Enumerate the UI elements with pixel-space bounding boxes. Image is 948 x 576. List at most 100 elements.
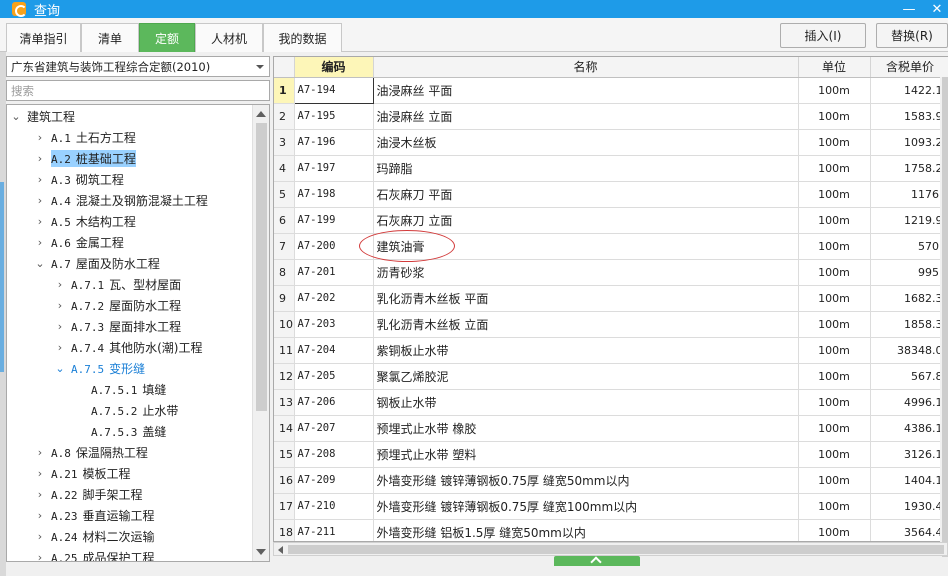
table-row[interactable]: 9 A7-202 乳化沥青木丝板 平面 100m 1682.32 [274,285,948,312]
table-row[interactable]: 8 A7-201 沥青砂浆 100m 995.4 [274,259,948,286]
name-cell[interactable]: 乳化沥青木丝板 平面 [373,285,799,312]
collapse-chevron-icon[interactable]: › [33,530,47,543]
unit-cell[interactable]: 100m [798,519,871,541]
unit-cell[interactable]: 100m [798,207,871,234]
table-row[interactable]: 13 A7-206 钢板止水带 100m 4996.17 [274,389,948,416]
price-cell[interactable]: 1930.47 [870,493,948,520]
table-row[interactable]: 6 A7-199 石灰麻刀 立面 100m 1219.97 [274,207,948,234]
code-cell[interactable]: A7-211 [294,519,374,541]
unit-cell[interactable]: 100m [798,441,871,468]
tree-node[interactable]: › A.7.3 屋面排水工程 [53,316,181,337]
code-cell[interactable]: A7-195 [294,103,374,130]
name-cell[interactable]: 石灰麻刀 平面 [373,181,799,208]
row-number-cell[interactable]: 7 [274,233,295,260]
scroll-thumb[interactable] [256,123,267,411]
tree-node[interactable]: › A.6 金属工程 [33,232,124,253]
row-number-cell[interactable]: 16 [274,467,295,494]
row-number-cell[interactable]: 5 [274,181,295,208]
scroll-down-icon[interactable] [256,549,266,555]
unit-cell[interactable]: 100m [798,467,871,494]
table-row[interactable]: 16 A7-209 外墙变形缝 镀锌薄钢板0.75厚 缝宽50mm以内 100m 140… [274,467,948,494]
collapse-chevron-icon[interactable]: › [33,509,47,522]
unit-cell[interactable]: 100m [798,493,871,520]
tree-node[interactable]: ⌄ A.7 屋面及防水工程 [33,253,160,274]
price-cell[interactable]: 3564.48 [870,519,948,541]
code-cell[interactable]: A7-199 [294,207,374,234]
collapse-chevron-icon[interactable]: › [33,173,47,186]
row-number-cell[interactable]: 11 [274,337,295,364]
tree-node[interactable]: › A.4 混凝土及钢筋混凝土工程 [33,190,208,211]
collapse-chevron-icon[interactable]: › [33,215,47,228]
row-number-cell[interactable]: 12 [274,363,295,390]
price-cell[interactable]: 3126.17 [870,441,948,468]
insert-button[interactable]: 插入(I) [780,23,866,48]
table-row[interactable]: 11 A7-204 紫铜板止水带 100m 38348.03 [274,337,948,364]
code-cell[interactable]: A7-203 [294,311,374,338]
price-cell[interactable]: 1422.12 [870,77,948,104]
unit-cell[interactable]: 100m [798,129,871,156]
row-number-cell[interactable]: 15 [274,441,295,468]
row-number-cell[interactable]: 8 [274,259,295,286]
expand-chevron-icon[interactable]: ⌄ [33,257,47,270]
code-cell[interactable]: A7-204 [294,337,374,364]
unit-cell[interactable]: 100m [798,181,871,208]
tree-node[interactable]: A.7.5.3 盖缝 [73,421,166,442]
table-row[interactable]: 14 A7-207 预埋式止水带 橡胶 100m 4386.17 [274,415,948,442]
unit-cell[interactable]: 100m [798,311,871,338]
table-row[interactable]: 12 A7-205 聚氯乙烯胶泥 100m 567.84 [274,363,948,390]
table-row[interactable]: 15 A7-208 预埋式止水带 塑料 100m 3126.17 [274,441,948,468]
name-cell[interactable]: 油浸木丝板 [373,129,799,156]
row-number-cell[interactable]: 18 [274,519,295,541]
name-cell[interactable]: 聚氯乙烯胶泥 [373,363,799,390]
collapse-chevron-icon[interactable]: › [33,446,47,459]
tree-node[interactable]: › A.8 保温隔热工程 [33,442,148,463]
price-column-header[interactable]: 含税单价 [870,57,948,78]
table-row[interactable]: 1 A7-194 油浸麻丝 平面 100m 1422.12 [274,76,948,104]
price-cell[interactable]: 1404.13 [870,467,948,494]
code-cell[interactable]: A7-198 [294,181,374,208]
unit-cell[interactable]: 100m [798,259,871,286]
tree-node[interactable]: › A.3 砌筑工程 [33,169,124,190]
collapse-chevron-icon[interactable]: › [53,278,67,291]
name-cell[interactable]: 紫铜板止水带 [373,337,799,364]
name-cell[interactable]: 外墙变形缝 镀锌薄钢板0.75厚 缝宽100mm以内 [373,493,799,520]
table-row[interactable]: 5 A7-198 石灰麻刀 平面 100m 1176.9 [274,181,948,208]
name-cell[interactable]: 钢板止水带 [373,389,799,416]
code-cell[interactable]: A7-196 [294,129,374,156]
name-column-header[interactable]: 名称 [373,57,799,78]
collapse-chevron-icon[interactable]: › [33,152,47,165]
tree-node[interactable]: › A.7.1 瓦、型材屋面 [53,274,181,295]
tree-node[interactable]: › A.7.2 屋面防水工程 [53,295,181,316]
row-number-cell[interactable]: 1 [274,77,295,104]
price-cell[interactable]: 567.84 [870,363,948,390]
row-number-cell[interactable]: 17 [274,493,295,520]
row-number-cell[interactable]: 2 [274,103,295,130]
tab-my-data[interactable]: 我的数据 [263,23,342,52]
name-cell[interactable]: 预埋式止水带 塑料 [373,441,799,468]
table-row[interactable]: 2 A7-195 油浸麻丝 立面 100m 1583.93 [274,103,948,130]
collapse-chevron-icon[interactable]: › [33,236,47,249]
name-cell[interactable]: 乳化沥青木丝板 立面 [373,311,799,338]
tree-node[interactable]: › A.2 桩基础工程 [33,148,136,169]
collapse-chevron-icon[interactable]: › [33,131,47,144]
code-cell[interactable]: A7-209 [294,467,374,494]
tree-node[interactable]: A.7.5.1 填缝 [73,379,166,400]
row-number-cell[interactable]: 13 [274,389,295,416]
price-cell[interactable]: 1858.39 [870,311,948,338]
table-row[interactable]: 18 A7-211 外墙变形缝 铝板1.5厚 缝宽50mm以内 100m 3564.48 [274,519,948,541]
tree-scrollbar[interactable] [252,105,269,561]
row-number-cell[interactable]: 14 [274,415,295,442]
collapse-chevron-icon[interactable]: › [33,467,47,480]
price-cell[interactable]: 570.1 [870,233,948,260]
code-cell[interactable]: A7-206 [294,389,374,416]
unit-column-header[interactable]: 单位 [798,57,871,78]
code-column-header[interactable]: 编码 [294,57,374,78]
code-cell[interactable]: A7-210 [294,493,374,520]
name-cell[interactable]: 油浸麻丝 平面 [373,77,799,104]
unit-cell[interactable]: 100m [798,363,871,390]
tree-node[interactable]: › A.1 土石方工程 [33,127,136,148]
unit-cell[interactable]: 100m [798,389,871,416]
tree-node[interactable]: › A.5 木结构工程 [33,211,136,232]
tree-node[interactable]: ⌄ 建筑工程 [9,106,75,127]
tree-node[interactable]: A.7.5.2 止水带 [73,400,178,421]
